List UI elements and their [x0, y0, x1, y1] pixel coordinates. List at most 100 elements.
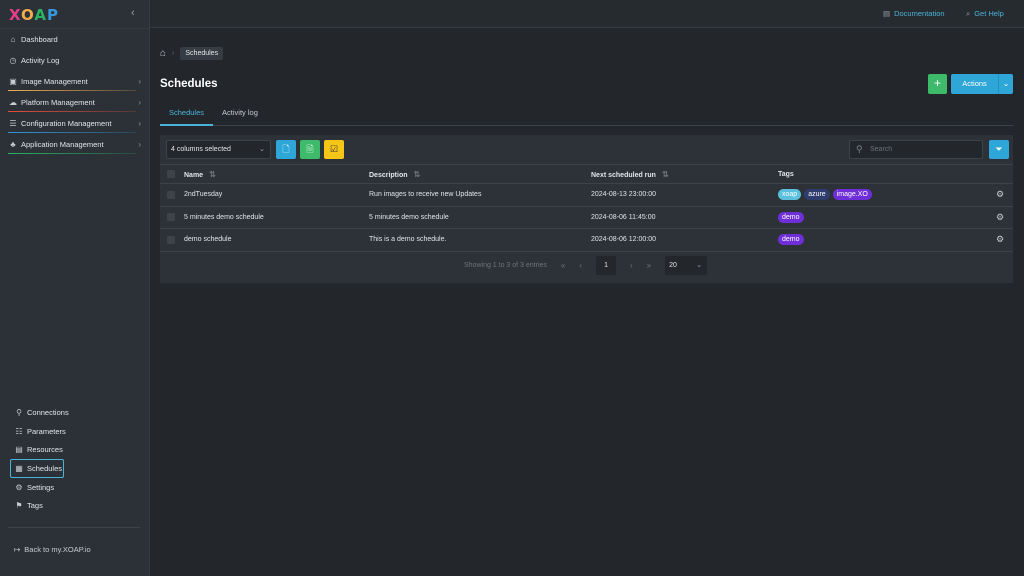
- description-header-label: Description: [369, 171, 408, 179]
- logo-a: A: [34, 6, 47, 24]
- name-cell: 5 minutes demo schedule: [184, 206, 369, 229]
- prev-page-icon[interactable]: ‹: [579, 261, 582, 270]
- sidebar-item-label: Schedules: [27, 463, 63, 473]
- page-title: Schedules: [160, 78, 218, 90]
- add-schedule-button[interactable]: +: [928, 74, 947, 94]
- tags-header: Tags: [778, 164, 987, 184]
- description-cell: 5 minutes demo schedule: [369, 206, 591, 229]
- search-box[interactable]: ⚲: [849, 140, 983, 159]
- sidebar-collapse-icon[interactable]: ‹: [131, 7, 135, 19]
- sidebar-main-nav: ⌂ Dashboard ◷ Activity Log ▣ Image Management…: [0, 28, 150, 155]
- row-checkbox[interactable]: [167, 190, 175, 199]
- sidebar-item-label: Tags: [27, 501, 43, 511]
- xoap-logo[interactable]: XOAP: [9, 6, 59, 24]
- sidebar-item-application-management[interactable]: ♣ Application Management ›: [0, 134, 150, 155]
- page-size-select[interactable]: 20 ⌄: [665, 256, 708, 275]
- page-size-value: 20: [669, 262, 677, 269]
- sidebar-item-tags[interactable]: ⚑ Tags: [10, 496, 140, 515]
- section-underline: [8, 90, 136, 91]
- table-header-row: Name ⇅ Description ⇅ Next scheduled run ⇅ T…: [160, 164, 1013, 184]
- help-chat-icon: ⌕: [966, 9, 971, 18]
- sidebar-secondary-nav: ⚲ Connections ☷ Parameters ▤ Resources ▦ Schedu…: [10, 403, 140, 515]
- chevron-right-icon: ›: [138, 140, 141, 149]
- actions-button[interactable]: Actions ⌄: [951, 74, 1013, 94]
- next-run-header-label: Next scheduled run: [591, 171, 656, 179]
- description-cell: This is a demo schedule.: [369, 228, 591, 252]
- columns-select[interactable]: 4 columns selected ⌄: [166, 140, 271, 159]
- back-to-xoap-link[interactable]: ↦ Back to my.XOAP.io: [14, 545, 91, 554]
- last-page-icon[interactable]: »: [647, 261, 651, 270]
- next-run-header[interactable]: Next scheduled run ⇅: [591, 164, 778, 184]
- sidebar-item-resources[interactable]: ▤ Resources: [10, 440, 140, 459]
- table-row[interactable]: 2ndTuesday Run images to receive new Upda…: [160, 183, 1013, 207]
- gear-icon[interactable]: ⚙: [996, 212, 1004, 222]
- gear-icon[interactable]: ⚙: [996, 189, 1004, 199]
- sidebar-item-configuration-management[interactable]: ☰ Configuration Management ›: [0, 113, 150, 134]
- logo-o: O: [21, 6, 35, 24]
- tab-activity-log[interactable]: Activity log: [213, 104, 267, 125]
- chevron-down-icon: ⌄: [259, 146, 265, 153]
- sidebar-item-label: Settings: [27, 482, 55, 492]
- select-all-header: [160, 164, 184, 184]
- row-select-cell: [160, 206, 184, 229]
- search-input[interactable]: [870, 143, 975, 156]
- clock-icon: ◷: [9, 56, 17, 65]
- row-actions-cell: ⚙: [987, 228, 1013, 252]
- sort-icon[interactable]: ⇅: [209, 170, 216, 179]
- calendar-icon: ▦: [15, 463, 23, 473]
- sidebar-item-schedules[interactable]: ▦ Schedules: [10, 459, 64, 478]
- sort-icon[interactable]: ⇅: [662, 170, 669, 179]
- description-header[interactable]: Description ⇅: [369, 164, 591, 184]
- table-row[interactable]: 5 minutes demo schedule 5 minutes demo sc…: [160, 206, 1013, 229]
- next-page-icon[interactable]: ›: [630, 261, 633, 270]
- section-underline: [8, 132, 136, 133]
- sort-icon[interactable]: ⇅: [414, 170, 421, 179]
- row-select-cell: [160, 228, 184, 252]
- filter-button[interactable]: ⏷: [989, 140, 1009, 159]
- chevron-right-icon: ›: [138, 119, 141, 128]
- current-page-button[interactable]: 1: [596, 256, 617, 275]
- export-excel-button[interactable]: 🗎: [300, 140, 320, 159]
- get-help-link[interactable]: ⌕ Get Help: [966, 9, 1004, 19]
- schedules-table: Name ⇅ Description ⇅ Next scheduled run ⇅ T…: [160, 164, 1013, 252]
- select-all-button[interactable]: ☑: [324, 140, 344, 159]
- tag-badge: demo: [778, 211, 804, 223]
- sidebar-divider: [8, 527, 140, 528]
- file-icon: 🗋: [282, 144, 290, 154]
- get-help-label: Get Help: [974, 9, 1004, 18]
- sidebar-item-connections[interactable]: ⚲ Connections: [10, 403, 140, 422]
- sidebar: XOAP ‹ ⌂ Dashboard ◷ Activity Log ▣ Image Man…: [0, 0, 150, 576]
- tab-bar: Schedules Activity log: [160, 104, 1013, 126]
- name-cell: demo schedule: [184, 228, 369, 252]
- documentation-link[interactable]: ▤ Documentation: [883, 9, 945, 18]
- name-cell: 2ndTuesday: [184, 183, 369, 207]
- chevron-down-icon[interactable]: ⌄: [998, 74, 1013, 94]
- bookmark-icon: ⚑: [15, 501, 23, 511]
- logo-x: X: [9, 6, 22, 24]
- sidebar-item-platform-management[interactable]: ☁ Platform Management ›: [0, 92, 150, 113]
- sidebar-item-settings[interactable]: ⚙ Settings: [10, 478, 140, 497]
- sidebar-item-image-management[interactable]: ▣ Image Management ›: [0, 71, 150, 92]
- sidebar-item-parameters[interactable]: ☷ Parameters: [10, 422, 140, 441]
- sidebar-item-dashboard[interactable]: ⌂ Dashboard: [0, 29, 150, 50]
- home-icon[interactable]: ⌂: [160, 48, 166, 59]
- link-icon: ⚲: [16, 407, 22, 417]
- tag-badge: image.XO: [832, 189, 872, 201]
- name-header-label: Name: [184, 171, 204, 179]
- select-all-checkbox[interactable]: [167, 170, 175, 178]
- name-header[interactable]: Name ⇅: [184, 164, 369, 184]
- apps-icon: ♣: [10, 140, 16, 149]
- chevron-down-icon: ⌄: [696, 262, 703, 269]
- sidebar-item-activity-log[interactable]: ◷ Activity Log: [0, 50, 150, 71]
- search-icon: ⚲: [856, 144, 863, 154]
- tab-schedules[interactable]: Schedules: [160, 104, 214, 126]
- documentation-label: Documentation: [894, 9, 945, 18]
- row-checkbox[interactable]: [167, 213, 175, 222]
- table-row[interactable]: demo schedule This is a demo schedule. 202…: [160, 228, 1013, 252]
- export-csv-button[interactable]: 🗋: [276, 140, 296, 159]
- list-icon: ☷: [15, 426, 23, 436]
- first-page-icon[interactable]: «: [561, 261, 565, 270]
- row-checkbox[interactable]: [167, 235, 175, 244]
- gear-icon[interactable]: ⚙: [996, 234, 1004, 244]
- sidebar-item-label: Configuration Management: [21, 119, 112, 128]
